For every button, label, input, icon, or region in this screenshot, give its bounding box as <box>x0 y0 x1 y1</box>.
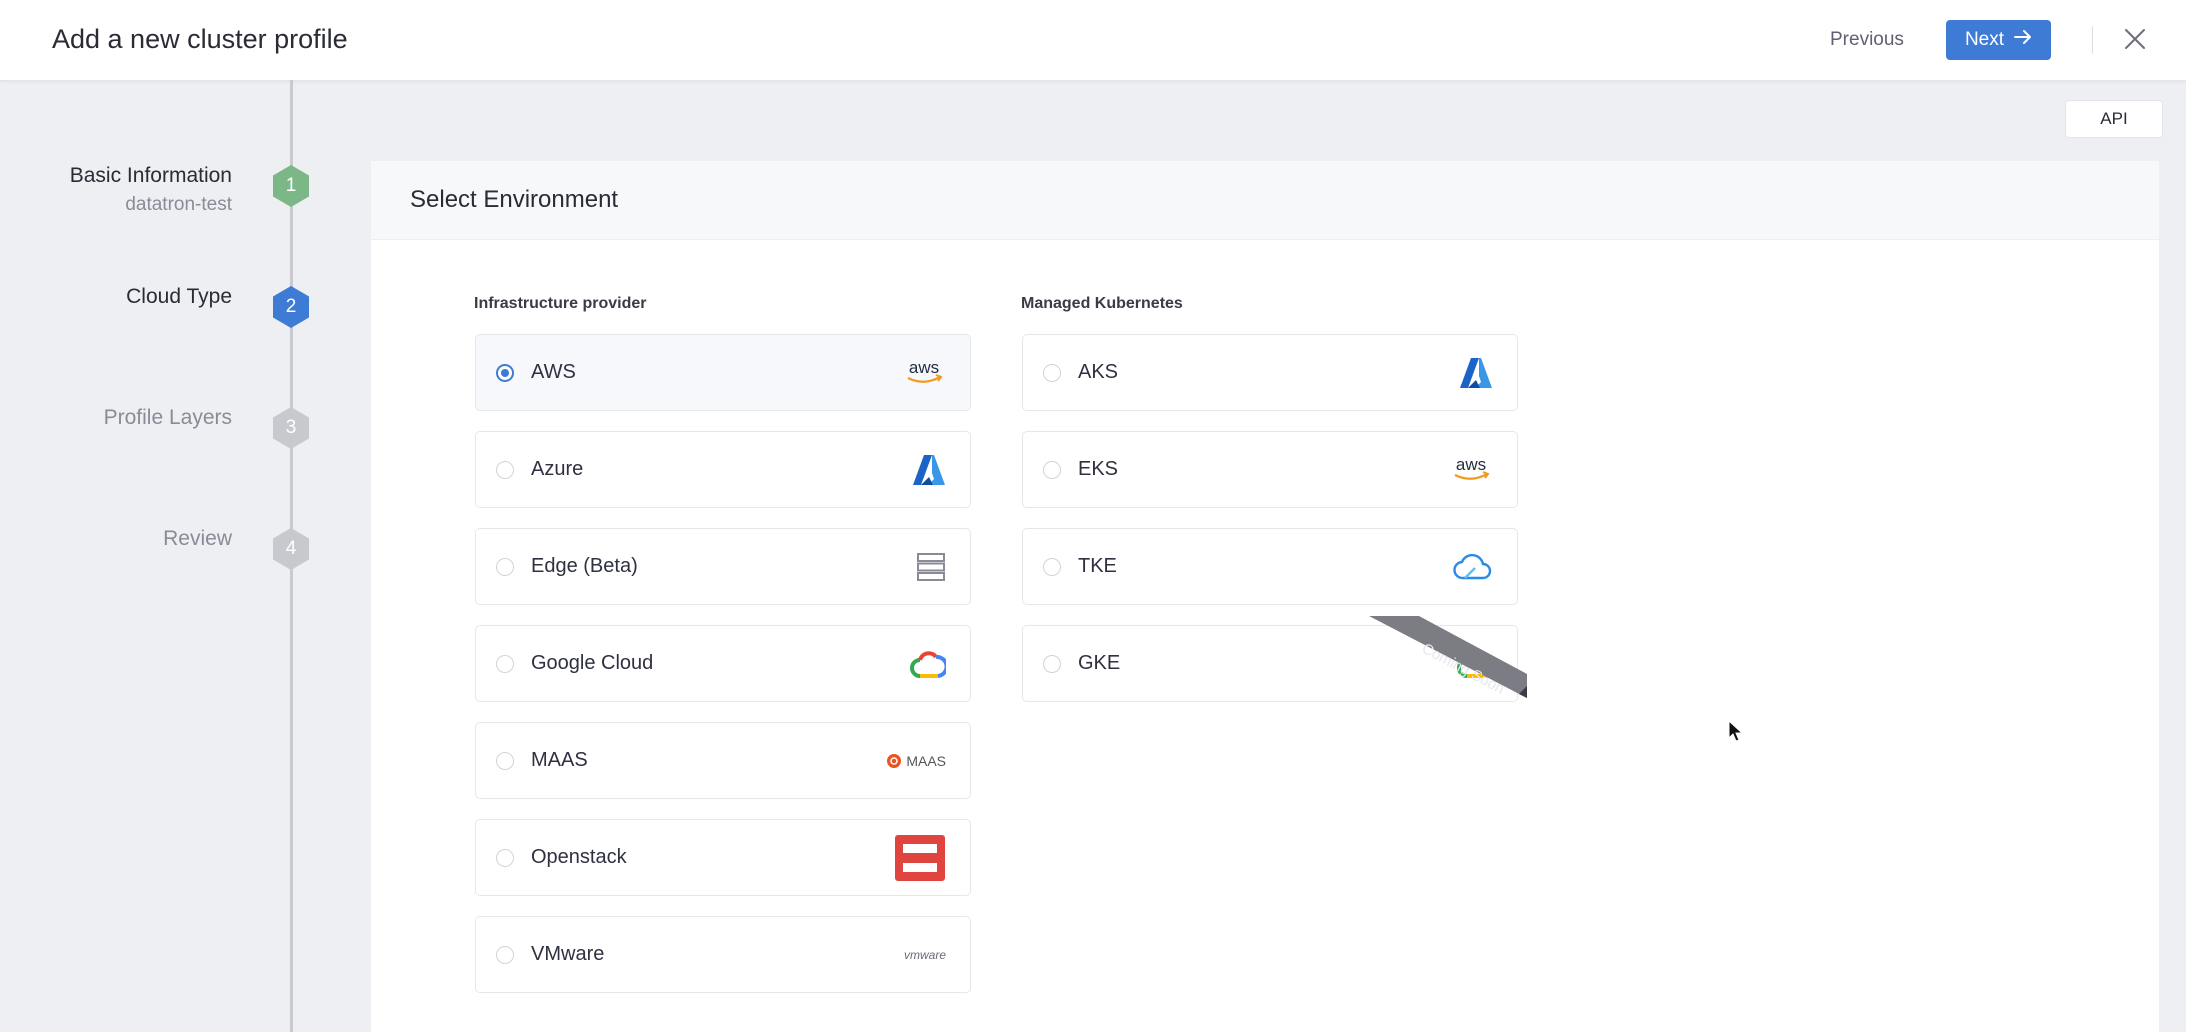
step-label: Profile Layers <box>103 406 232 429</box>
close-icon[interactable] <box>2118 22 2152 56</box>
next-button[interactable]: Next <box>1946 20 2051 60</box>
radio-button[interactable] <box>1043 655 1061 673</box>
option-maas[interactable]: MAAS MAAS <box>475 722 971 799</box>
arrow-right-icon <box>2014 29 2032 51</box>
option-label: Edge (Beta) <box>531 555 638 577</box>
maas-logo-icon: MAAS <box>866 741 946 781</box>
step-number-3: 3 <box>271 406 311 450</box>
step-label: Cloud Type <box>126 285 232 308</box>
aws-logo-icon: aws <box>886 353 946 393</box>
option-azure[interactable]: Azure <box>475 431 971 508</box>
radio-button[interactable] <box>1043 364 1061 382</box>
radio-button[interactable] <box>496 946 514 964</box>
option-openstack[interactable]: Openstack <box>475 819 971 896</box>
option-label: GKE <box>1078 652 1121 674</box>
edge-server-icon <box>886 547 946 587</box>
option-eks[interactable]: EKS aws <box>1022 431 1518 508</box>
radio-button[interactable] <box>496 655 514 673</box>
radio-button[interactable] <box>496 364 514 382</box>
aws-logo-icon: aws <box>1433 450 1493 490</box>
openstack-logo-icon <box>886 834 946 882</box>
step-profile-layers[interactable]: Profile Layers <box>0 406 232 430</box>
step-review[interactable]: Review <box>0 527 232 551</box>
svg-text:aws: aws <box>1456 455 1486 474</box>
google-cloud-logo-icon <box>886 644 946 684</box>
azure-logo-icon <box>1433 353 1493 393</box>
radio-button[interactable] <box>496 752 514 770</box>
option-edge-beta[interactable]: Edge (Beta) <box>475 528 971 605</box>
step-cloud-type[interactable]: Cloud Type <box>0 285 232 309</box>
option-label: AKS <box>1078 361 1119 383</box>
select-environment-card: Select Environment Infrastructure provid… <box>371 161 2159 1032</box>
previous-button[interactable]: Previous <box>1820 21 1914 59</box>
step-number-1: 1 <box>271 164 311 208</box>
option-label: Openstack <box>531 846 627 868</box>
option-aks[interactable]: AKS <box>1022 334 1518 411</box>
api-button[interactable]: API <box>2065 100 2163 138</box>
step-basic-information[interactable]: Basic Information datatron-test <box>0 164 232 216</box>
tencent-cloud-logo-icon <box>1433 547 1493 587</box>
step-number-2: 2 <box>271 285 311 329</box>
header-divider <box>2092 26 2093 54</box>
step-label: Basic Information <box>69 164 232 187</box>
radio-button[interactable] <box>1043 461 1061 479</box>
radio-button[interactable] <box>496 558 514 576</box>
option-vmware[interactable]: VMware vmware <box>475 916 971 993</box>
next-button-label: Next <box>1964 29 2005 50</box>
radio-button[interactable] <box>1043 558 1061 576</box>
option-label: MAAS <box>531 749 588 771</box>
header-bar: Add a new cluster profile Previous Next <box>0 0 2186 81</box>
step-sublabel: datatron-test <box>125 194 232 215</box>
option-label: EKS <box>1078 458 1119 480</box>
option-label: Google Cloud <box>531 652 654 674</box>
option-google-cloud[interactable]: Google Cloud <box>475 625 971 702</box>
option-label: AWS <box>531 361 576 383</box>
option-tke[interactable]: TKE <box>1022 528 1518 605</box>
step-number-4: 4 <box>271 527 311 571</box>
coming-soon-ribbon: Coming Soon <box>1369 616 1529 698</box>
infrastructure-provider-label: Infrastructure provider <box>474 295 647 312</box>
radio-button[interactable] <box>496 849 514 867</box>
radio-button[interactable] <box>496 461 514 479</box>
step-label: Review <box>163 527 232 550</box>
card-title: Select Environment <box>410 186 619 213</box>
card-header: Select Environment <box>371 161 2159 240</box>
option-aws[interactable]: AWS aws <box>475 334 971 411</box>
page-title: Add a new cluster profile <box>52 24 348 54</box>
option-label: Azure <box>531 458 584 480</box>
managed-kubernetes-label: Managed Kubernetes <box>1021 295 1183 312</box>
vmware-logo-icon: vmware <box>903 948 946 962</box>
svg-text:aws: aws <box>909 358 939 377</box>
azure-logo-icon <box>886 450 946 490</box>
mouse-cursor-icon <box>1728 719 1744 747</box>
option-label: TKE <box>1078 555 1117 577</box>
option-label: VMware <box>531 943 605 965</box>
